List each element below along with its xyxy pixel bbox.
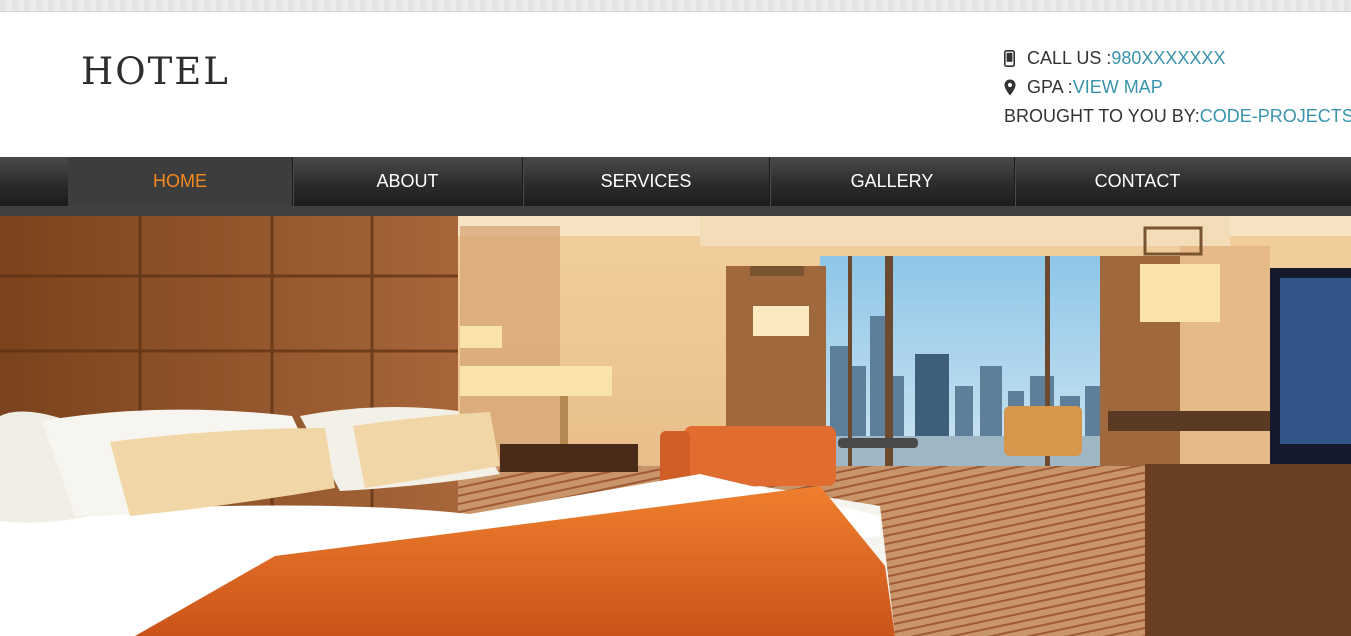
call-us-line: CALL US : 980XXXXXXX <box>1004 44 1334 73</box>
hero-image <box>0 216 1351 636</box>
site-logo[interactable]: HOTEL <box>81 50 230 93</box>
nav-item-services[interactable]: SERVICES <box>522 157 769 206</box>
location-line: GPA : VIEW MAP <box>1004 73 1334 102</box>
location-label: GPA : <box>1027 77 1073 97</box>
credit-link[interactable]: CODE-PROJECTS <box>1200 102 1351 131</box>
top-decorative-stripe <box>0 0 1351 12</box>
credit-label: BROUGHT TO YOU BY: <box>1004 106 1200 126</box>
call-us-label: CALL US : <box>1027 48 1112 68</box>
nav-shadow-bar <box>0 206 1351 216</box>
main-nav: HOME ABOUT SERVICES GALLERY CONTACT <box>0 157 1351 206</box>
phone-icon <box>1004 50 1027 67</box>
view-map-link[interactable]: VIEW MAP <box>1073 73 1163 102</box>
hotel-room-illustration <box>0 216 1351 636</box>
site-header: HOTEL CALL US : 980XXXXXXX GPA : VIEW MA… <box>0 12 1351 157</box>
nav-item-gallery[interactable]: GALLERY <box>769 157 1014 206</box>
credit-line: BROUGHT TO YOU BY: CODE-PROJECTS <box>1004 102 1351 131</box>
nav-item-home[interactable]: HOME <box>68 157 292 206</box>
phone-number-link[interactable]: 980XXXXXXX <box>1111 44 1225 73</box>
nav-item-about[interactable]: ABOUT <box>292 157 522 206</box>
contact-block: CALL US : 980XXXXXXX GPA : VIEW MAP BROU… <box>1004 44 1351 131</box>
nav-item-contact[interactable]: CONTACT <box>1014 157 1260 206</box>
map-pin-icon <box>1004 79 1027 96</box>
